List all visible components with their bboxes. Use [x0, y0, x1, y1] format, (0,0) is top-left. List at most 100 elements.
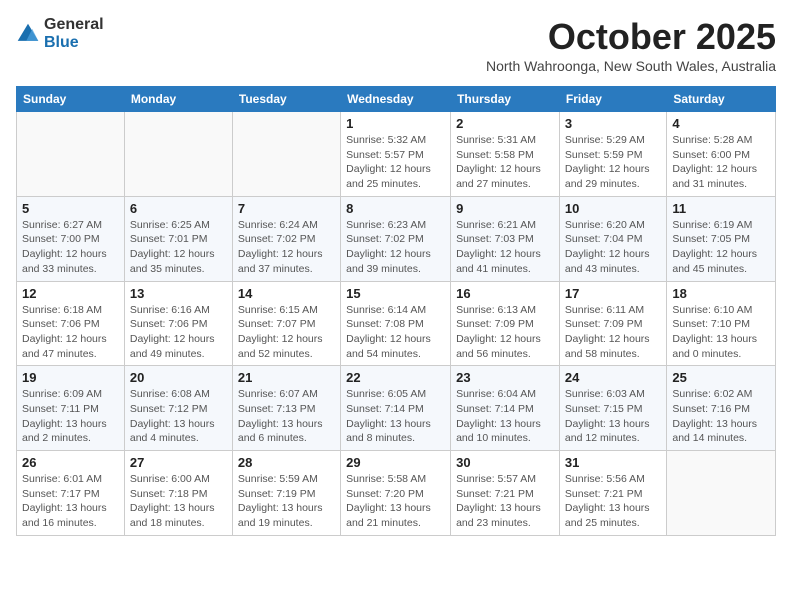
day-number: 8	[346, 201, 445, 216]
day-info: Sunrise: 6:16 AM Sunset: 7:06 PM Dayligh…	[130, 303, 227, 362]
calendar-cell: 9 Sunrise: 6:21 AM Sunset: 7:03 PM Daylig…	[451, 196, 560, 281]
day-number: 9	[456, 201, 554, 216]
day-info: Sunrise: 6:18 AM Sunset: 7:06 PM Dayligh…	[22, 303, 119, 362]
calendar-cell: 12Sunrise: 6:18 AM Sunset: 7:06 PM Dayli…	[17, 281, 125, 366]
day-number: 4	[672, 116, 770, 131]
day-info: Sunrise: 6:24 AM Sunset: 7:02 PM Dayligh…	[238, 218, 335, 277]
day-number: 2	[456, 116, 554, 131]
calendar-cell	[17, 112, 125, 197]
calendar-table: SundayMondayTuesdayWednesdayThursdayFrid…	[16, 86, 776, 536]
day-number: 26	[22, 455, 119, 470]
day-info: Sunrise: 6:27 AM Sunset: 7:00 PM Dayligh…	[22, 218, 119, 277]
calendar-cell: 19 Sunrise: 6:09 AM Sunset: 7:11 PM Dayli…	[17, 366, 125, 451]
day-number: 10	[565, 201, 661, 216]
weekday-header-sunday: Sunday	[17, 87, 125, 112]
day-number: 3	[565, 116, 661, 131]
weekday-header-saturday: Saturday	[667, 87, 776, 112]
day-number: 18	[672, 286, 770, 301]
day-number: 22	[346, 370, 445, 385]
calendar-cell	[232, 112, 340, 197]
day-number: 28	[238, 455, 335, 470]
calendar-cell: 16 Sunrise: 6:13 AM Sunset: 7:09 PM Dayli…	[451, 281, 560, 366]
day-number: 1	[346, 116, 445, 131]
day-number: 16	[456, 286, 554, 301]
logo-icon	[16, 22, 40, 46]
day-number: 25	[672, 370, 770, 385]
calendar-cell: 4 Sunrise: 5:28 AM Sunset: 6:00 PM Daylig…	[667, 112, 776, 197]
day-number: 14	[238, 286, 335, 301]
day-number: 31	[565, 455, 661, 470]
day-info: Sunrise: 6:09 AM Sunset: 7:11 PM Dayligh…	[22, 387, 119, 446]
calendar-cell	[667, 451, 776, 536]
day-info: Sunrise: 6:21 AM Sunset: 7:03 PM Dayligh…	[456, 218, 554, 277]
calendar-cell: 1 Sunrise: 5:32 AM Sunset: 5:57 PM Daylig…	[341, 112, 451, 197]
calendar-cell: 14 Sunrise: 6:15 AM Sunset: 7:07 PM Dayli…	[232, 281, 340, 366]
calendar-cell	[124, 112, 232, 197]
logo: General Blue	[16, 16, 104, 52]
day-info: Sunrise: 6:01 AM Sunset: 7:17 PM Dayligh…	[22, 472, 119, 531]
calendar-cell: 31 Sunrise: 5:56 AM Sunset: 7:21 PM Dayli…	[559, 451, 666, 536]
calendar-cell: 15 Sunrise: 6:14 AM Sunset: 7:08 PM Dayli…	[341, 281, 451, 366]
day-info: Sunrise: 6:03 AM Sunset: 7:15 PM Dayligh…	[565, 387, 661, 446]
calendar-cell: 3 Sunrise: 5:29 AM Sunset: 5:59 PM Daylig…	[559, 112, 666, 197]
calendar-cell: 5 Sunrise: 6:27 AM Sunset: 7:00 PM Daylig…	[17, 196, 125, 281]
location-title: North Wahroonga, New South Wales, Austra…	[486, 58, 776, 74]
calendar-cell: 10 Sunrise: 6:20 AM Sunset: 7:04 PM Dayli…	[559, 196, 666, 281]
calendar-cell: 8 Sunrise: 6:23 AM Sunset: 7:02 PM Daylig…	[341, 196, 451, 281]
weekday-header-monday: Monday	[124, 87, 232, 112]
calendar-cell: 6 Sunrise: 6:25 AM Sunset: 7:01 PM Daylig…	[124, 196, 232, 281]
day-info: Sunrise: 6:10 AM Sunset: 7:10 PM Dayligh…	[672, 303, 770, 362]
day-info: Sunrise: 6:13 AM Sunset: 7:09 PM Dayligh…	[456, 303, 554, 362]
weekday-header-wednesday: Wednesday	[341, 87, 451, 112]
day-number: 23	[456, 370, 554, 385]
day-number: 30	[456, 455, 554, 470]
calendar-cell: 28 Sunrise: 5:59 AM Sunset: 7:19 PM Dayli…	[232, 451, 340, 536]
calendar-cell: 2 Sunrise: 5:31 AM Sunset: 5:58 PM Daylig…	[451, 112, 560, 197]
day-info: Sunrise: 6:15 AM Sunset: 7:07 PM Dayligh…	[238, 303, 335, 362]
day-info: Sunrise: 6:04 AM Sunset: 7:14 PM Dayligh…	[456, 387, 554, 446]
day-number: 17	[565, 286, 661, 301]
month-title: October 2025	[486, 16, 776, 58]
logo-general: General	[44, 16, 104, 33]
day-number: 15	[346, 286, 445, 301]
day-info: Sunrise: 5:28 AM Sunset: 6:00 PM Dayligh…	[672, 133, 770, 192]
day-number: 27	[130, 455, 227, 470]
day-info: Sunrise: 6:14 AM Sunset: 7:08 PM Dayligh…	[346, 303, 445, 362]
calendar-cell: 26 Sunrise: 6:01 AM Sunset: 7:17 PM Dayli…	[17, 451, 125, 536]
day-number: 29	[346, 455, 445, 470]
calendar-cell: 22 Sunrise: 6:05 AM Sunset: 7:14 PM Dayli…	[341, 366, 451, 451]
weekday-header-friday: Friday	[559, 87, 666, 112]
day-info: Sunrise: 5:56 AM Sunset: 7:21 PM Dayligh…	[565, 472, 661, 531]
day-info: Sunrise: 5:57 AM Sunset: 7:21 PM Dayligh…	[456, 472, 554, 531]
day-info: Sunrise: 6:05 AM Sunset: 7:14 PM Dayligh…	[346, 387, 445, 446]
calendar-cell: 7 Sunrise: 6:24 AM Sunset: 7:02 PM Daylig…	[232, 196, 340, 281]
calendar-cell: 11 Sunrise: 6:19 AM Sunset: 7:05 PM Dayli…	[667, 196, 776, 281]
calendar-cell: 30 Sunrise: 5:57 AM Sunset: 7:21 PM Dayli…	[451, 451, 560, 536]
day-number: 7	[238, 201, 335, 216]
day-info: Sunrise: 6:19 AM Sunset: 7:05 PM Dayligh…	[672, 218, 770, 277]
day-number: 6	[130, 201, 227, 216]
day-number: 5	[22, 201, 119, 216]
day-info: Sunrise: 5:59 AM Sunset: 7:19 PM Dayligh…	[238, 472, 335, 531]
day-info: Sunrise: 6:23 AM Sunset: 7:02 PM Dayligh…	[346, 218, 445, 277]
day-info: Sunrise: 5:58 AM Sunset: 7:20 PM Dayligh…	[346, 472, 445, 531]
day-info: Sunrise: 6:08 AM Sunset: 7:12 PM Dayligh…	[130, 387, 227, 446]
calendar-cell: 25Sunrise: 6:02 AM Sunset: 7:16 PM Dayli…	[667, 366, 776, 451]
calendar-cell: 18 Sunrise: 6:10 AM Sunset: 7:10 PM Dayli…	[667, 281, 776, 366]
day-info: Sunrise: 6:20 AM Sunset: 7:04 PM Dayligh…	[565, 218, 661, 277]
day-number: 11	[672, 201, 770, 216]
calendar-cell: 13 Sunrise: 6:16 AM Sunset: 7:06 PM Dayli…	[124, 281, 232, 366]
weekday-header-thursday: Thursday	[451, 87, 560, 112]
calendar-cell: 27 Sunrise: 6:00 AM Sunset: 7:18 PM Dayli…	[124, 451, 232, 536]
day-info: Sunrise: 6:00 AM Sunset: 7:18 PM Dayligh…	[130, 472, 227, 531]
calendar-cell: 21Sunrise: 6:07 AM Sunset: 7:13 PM Dayli…	[232, 366, 340, 451]
day-info: Sunrise: 5:31 AM Sunset: 5:58 PM Dayligh…	[456, 133, 554, 192]
calendar-cell: 24Sunrise: 6:03 AM Sunset: 7:15 PM Dayli…	[559, 366, 666, 451]
day-number: 13	[130, 286, 227, 301]
day-number: 19	[22, 370, 119, 385]
day-number: 21	[238, 370, 335, 385]
calendar-cell: 23 Sunrise: 6:04 AM Sunset: 7:14 PM Dayli…	[451, 366, 560, 451]
day-info: Sunrise: 5:32 AM Sunset: 5:57 PM Dayligh…	[346, 133, 445, 192]
day-info: Sunrise: 5:29 AM Sunset: 5:59 PM Dayligh…	[565, 133, 661, 192]
day-info: Sunrise: 6:25 AM Sunset: 7:01 PM Dayligh…	[130, 218, 227, 277]
